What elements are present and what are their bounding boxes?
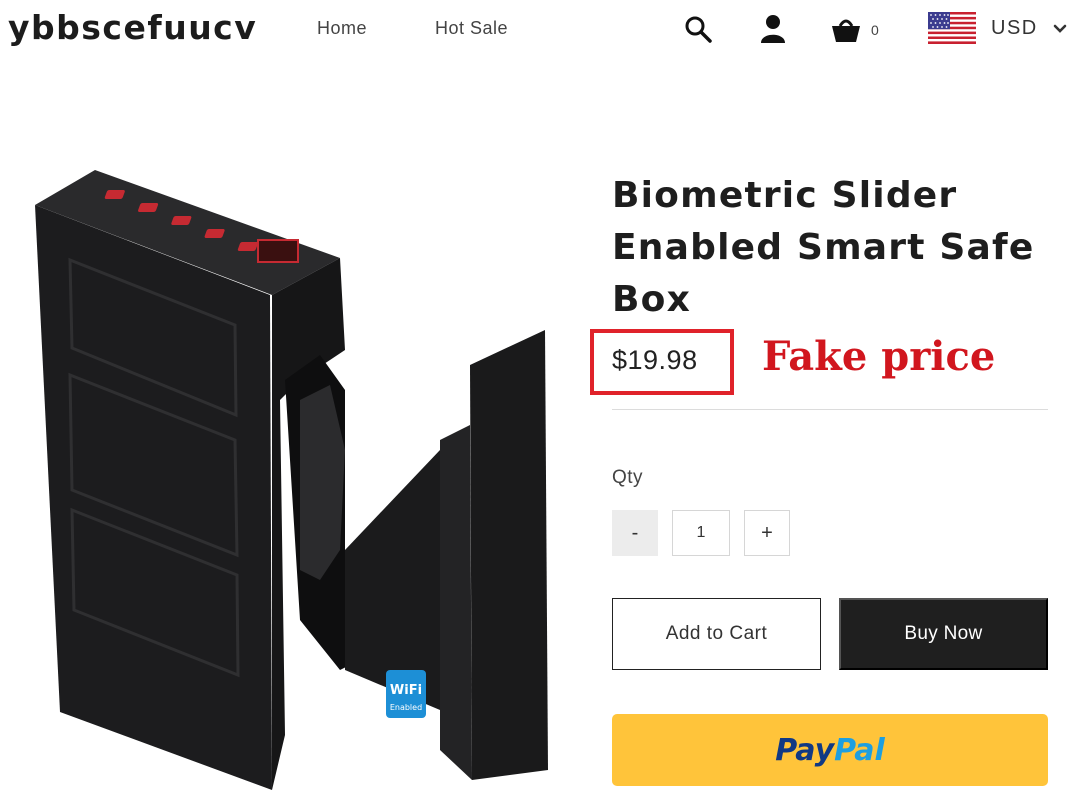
product-price: $19.98 bbox=[612, 345, 698, 375]
paypal-logo-pal: Pal bbox=[834, 732, 885, 768]
product-image: WiFi Enabled bbox=[35, 170, 548, 790]
us-flag-icon[interactable] bbox=[928, 12, 976, 44]
search-icon[interactable] bbox=[680, 12, 716, 46]
paypal-button[interactable]: Pay Pal bbox=[612, 714, 1048, 786]
add-to-cart-button[interactable]: Add to Cart bbox=[612, 598, 821, 670]
buy-now-button[interactable]: Buy Now bbox=[839, 598, 1048, 670]
fake-price-annotation: Fake price bbox=[762, 333, 996, 380]
user-icon[interactable] bbox=[756, 12, 790, 46]
qty-decrement-button[interactable]: - bbox=[612, 510, 658, 556]
wifi-badge-text: WiFi bbox=[390, 683, 422, 698]
wifi-badge-subtext: Enabled bbox=[390, 703, 422, 712]
site-logo[interactable]: ybbscefuucv bbox=[8, 8, 257, 47]
cart-icon[interactable] bbox=[828, 12, 864, 46]
currency-selector[interactable]: USD bbox=[991, 17, 1038, 40]
nav-home-link[interactable]: Home bbox=[317, 18, 367, 39]
product-title: Biometric Slider Enabled Smart Safe Box bbox=[612, 175, 1035, 320]
cart-count: 0 bbox=[871, 22, 879, 38]
divider bbox=[612, 409, 1048, 410]
paypal-logo-pay: Pay bbox=[775, 732, 835, 768]
chevron-down-icon[interactable] bbox=[1050, 19, 1070, 39]
nav-hot-sale-link[interactable]: Hot Sale bbox=[435, 18, 508, 39]
qty-increment-button[interactable]: + bbox=[744, 510, 790, 556]
qty-label: Qty bbox=[612, 467, 644, 488]
qty-input[interactable] bbox=[672, 510, 730, 556]
